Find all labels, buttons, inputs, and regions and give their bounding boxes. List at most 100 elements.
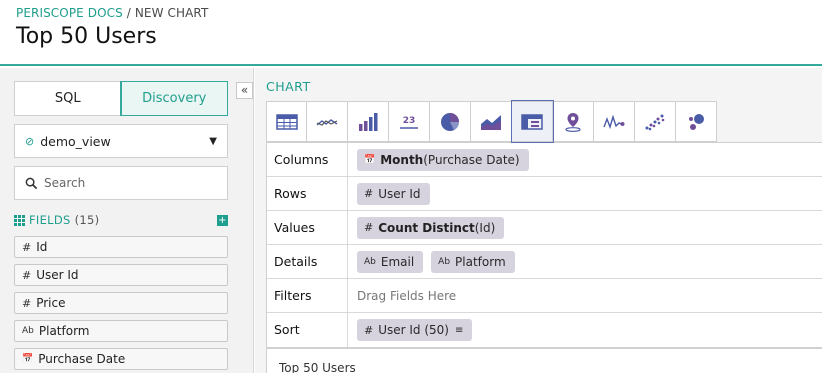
field-item[interactable]: # Id xyxy=(14,236,228,258)
pill-field: User Id xyxy=(378,186,421,201)
shelf-label: Sort xyxy=(267,313,348,347)
search-box xyxy=(14,166,228,200)
field-label: Purchase Date xyxy=(38,352,126,366)
chart-type-sparkline[interactable] xyxy=(594,101,635,142)
field-item[interactable]: # User Id xyxy=(14,264,228,286)
chart-type-area[interactable] xyxy=(471,101,512,142)
number-type-icon: # xyxy=(22,268,32,282)
left-panel: SQL Discovery ⊘ demo_view ▼ FIELDS (15) … xyxy=(0,68,254,373)
chart-config-shelves: Columns 📅 Month (Purchase Date) Rows # U… xyxy=(266,142,822,348)
fields-header: FIELDS (15) + xyxy=(14,212,228,228)
bubble-icon xyxy=(689,113,704,130)
chart-type-line[interactable] xyxy=(307,101,348,142)
pill-aggregation: Count Distinct xyxy=(378,220,475,235)
pie-chart-icon xyxy=(441,112,459,131)
field-pill[interactable]: # Count Distinct (Id) xyxy=(357,216,505,239)
chevron-down-icon: ▼ xyxy=(209,135,217,147)
field-label: Price xyxy=(36,296,66,310)
collapse-panel-button[interactable]: « xyxy=(236,82,253,99)
svg-text:23: 23 xyxy=(403,116,416,126)
check-circle-icon: ⊘ xyxy=(25,134,35,148)
map-pin-icon xyxy=(565,112,581,132)
chart-panel: CHART 23 Columns 📅 Month (Purchase Date)… xyxy=(255,68,822,373)
pill-field: Platform xyxy=(455,254,506,269)
number-type-icon: # xyxy=(22,240,32,254)
breadcrumb-separator: / xyxy=(126,6,131,20)
chart-type-scatter[interactable] xyxy=(635,101,676,142)
shelf-rows: Rows # User Id xyxy=(267,176,822,211)
preview-title: Top 50 Users xyxy=(279,361,356,373)
chart-type-number[interactable]: 23 xyxy=(389,101,430,142)
chart-section-label: CHART xyxy=(266,79,311,94)
field-pill[interactable]: Ab Platform xyxy=(431,250,515,273)
pill-aggregation: Month xyxy=(380,152,424,167)
field-label: Id xyxy=(36,240,48,254)
drop-zone-placeholder[interactable]: Drag Fields Here xyxy=(357,289,456,303)
number-type-icon: # xyxy=(22,296,32,310)
calendar-icon: 📅 xyxy=(364,154,376,165)
pivot-table-icon xyxy=(521,113,543,130)
chart-type-pivot-table[interactable] xyxy=(511,100,554,143)
shelf-filters: Filters Drag Fields Here xyxy=(267,278,822,313)
table-icon xyxy=(275,113,298,130)
pill-field: (Id) xyxy=(474,220,496,235)
field-pill[interactable]: Ab Email xyxy=(357,250,424,273)
search-icon xyxy=(25,177,38,189)
breadcrumb-current: NEW CHART xyxy=(134,6,209,20)
sparkline-icon xyxy=(603,114,625,129)
text-type-icon: Ab xyxy=(364,256,376,267)
field-label: Platform xyxy=(38,324,90,338)
tab-sql[interactable]: SQL xyxy=(15,82,121,115)
chart-type-bubble[interactable] xyxy=(676,101,717,142)
shelf-label: Values xyxy=(267,210,348,245)
search-input[interactable] xyxy=(44,176,214,190)
pill-field: User Id (50) xyxy=(378,323,449,337)
number-type-icon: # xyxy=(364,187,374,200)
field-pill[interactable]: 📅 Month (Purchase Date) xyxy=(357,148,529,171)
text-type-icon: Ab xyxy=(438,256,451,267)
sort-descending-icon[interactable]: ≡ xyxy=(455,325,463,336)
calendar-icon: 📅 xyxy=(22,354,34,364)
breadcrumb: PERISCOPE DOCS / NEW CHART xyxy=(16,6,208,20)
field-item[interactable]: Ab Platform xyxy=(14,320,228,342)
shelf-values: Values # Count Distinct (Id) xyxy=(267,210,822,245)
pill-field: Email xyxy=(380,254,415,269)
field-item[interactable]: # Price xyxy=(14,292,228,314)
chart-type-pie[interactable] xyxy=(430,101,471,142)
chart-type-map[interactable] xyxy=(553,101,594,142)
shelf-label: Filters xyxy=(267,278,348,313)
add-field-button[interactable]: + xyxy=(217,214,228,226)
field-label: User Id xyxy=(36,268,79,282)
tab-discovery[interactable]: Discovery xyxy=(119,81,228,116)
dataset-value: demo_view xyxy=(40,133,111,149)
area-chart-icon xyxy=(481,114,501,130)
shelf-details: Details Ab Email Ab Platform xyxy=(267,244,822,279)
dataset-select[interactable]: ⊘ demo_view ▼ xyxy=(14,124,228,158)
number-icon: 23 xyxy=(400,116,418,129)
breadcrumb-home-link[interactable]: PERISCOPE DOCS xyxy=(16,6,123,20)
shelf-label: Rows xyxy=(267,176,348,211)
shelf-columns: Columns 📅 Month (Purchase Date) xyxy=(267,142,822,177)
grid-icon xyxy=(14,214,25,226)
text-type-icon: Ab xyxy=(22,326,34,336)
fields-label: FIELDS xyxy=(29,213,71,227)
fields-count: (15) xyxy=(74,213,100,227)
shelf-label: Details xyxy=(267,244,348,279)
field-pill[interactable]: # User Id xyxy=(357,182,430,205)
chart-type-table[interactable] xyxy=(266,101,307,142)
line-icon xyxy=(316,118,338,126)
pill-field: (Purchase Date) xyxy=(423,152,520,167)
header: PERISCOPE DOCS / NEW CHART Top 50 Users xyxy=(0,0,822,66)
shelf-label: Columns xyxy=(267,142,348,177)
number-type-icon: # xyxy=(364,323,374,337)
number-type-icon: # xyxy=(364,221,374,234)
chart-type-picker: 23 xyxy=(266,100,717,143)
chart-type-bar[interactable] xyxy=(348,101,389,142)
field-item[interactable]: 📅 Purchase Date xyxy=(14,348,228,370)
page-title[interactable]: Top 50 Users xyxy=(16,24,157,49)
bar-chart-icon xyxy=(359,112,378,131)
scatter-icon xyxy=(645,114,665,130)
field-pill[interactable]: # User Id (50) ≡ xyxy=(357,319,473,341)
chart-preview: Top 50 Users xyxy=(266,348,822,373)
shelf-sort: Sort # User Id (50) ≡ xyxy=(267,313,822,347)
